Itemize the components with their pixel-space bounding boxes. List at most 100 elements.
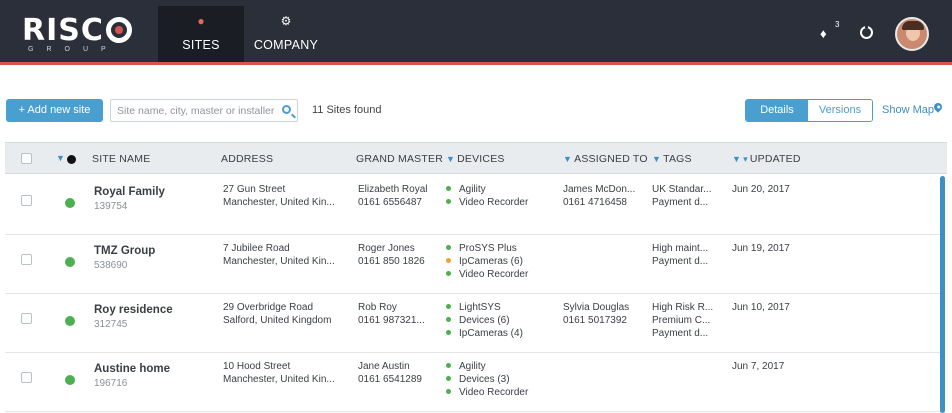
tag-item: UK Standar... [652, 184, 712, 195]
show-map-link[interactable]: Show Map [882, 104, 934, 116]
map-pin-icon: ● [197, 14, 205, 28]
gear-icon: ⚙ [280, 14, 292, 28]
device-item: Video Recorder [446, 387, 528, 398]
table-row[interactable]: Royal Family 139754 27 Gun Street Manche… [5, 176, 943, 235]
filter-icon[interactable]: ▼ [56, 153, 65, 163]
site-name[interactable]: Royal Family [94, 186, 165, 198]
column-devices[interactable]: ▼ DEVICES [446, 153, 505, 165]
tag-item: High Risk R... [652, 302, 714, 313]
support-icon[interactable] [860, 25, 873, 39]
view-toggle: Details Versions [745, 99, 873, 122]
grand-master-phone: 0161 987321... [358, 315, 425, 326]
tag-item: High maint... [652, 243, 709, 254]
device-item: LightSYS [446, 302, 501, 313]
row-checkbox[interactable] [21, 372, 32, 383]
assigned-name: James McDon... [563, 184, 636, 195]
device-item: Agility [446, 361, 486, 372]
status-ok-icon [65, 257, 75, 267]
row-checkbox[interactable] [21, 313, 32, 324]
sites-found-count: 11 Sites found [312, 104, 382, 116]
notification-count: 3 [835, 20, 840, 29]
address-line-1: 10 Hood Street [223, 361, 291, 372]
site-name[interactable]: TMZ Group [94, 245, 155, 257]
device-item: IpCameras (4) [446, 328, 523, 339]
tag-item: Premium C... [652, 315, 711, 326]
grand-master-phone: 0161 6556487 [358, 197, 422, 208]
logo-mark-icon [106, 17, 132, 43]
column-grand-master[interactable]: GRAND MASTER [356, 153, 443, 165]
device-status-icon [446, 304, 451, 309]
logo-subtext: GROUP [28, 46, 119, 53]
column-assigned-to[interactable]: ▼ ASSIGNED TO [563, 153, 648, 165]
column-site-name[interactable]: SITE NAME [92, 153, 150, 165]
device-status-icon [446, 389, 451, 394]
versions-view-button[interactable]: Versions [808, 100, 872, 121]
site-id: 312745 [94, 319, 128, 330]
table-scrollbar[interactable] [940, 176, 945, 413]
table-row[interactable]: Austine home 196716 10 Hood Street Manch… [5, 353, 943, 412]
risco-logo[interactable]: RISC GROUP [22, 13, 132, 53]
site-id: 538690 [94, 260, 128, 271]
updated-date: Jun 19, 2017 [732, 243, 790, 254]
search-icon[interactable] [282, 105, 291, 114]
tag-item: Payment d... [652, 256, 709, 267]
row-checkbox[interactable] [21, 254, 32, 265]
table-row[interactable]: TMZ Group 538690 7 Jubilee Road Manchest… [5, 235, 943, 294]
device-item: Video Recorder [446, 197, 528, 208]
updated-date: Jun 10, 2017 [732, 302, 790, 313]
filter-icon[interactable]: ▼ [563, 154, 572, 164]
bell-icon[interactable]: ♦ [820, 26, 832, 41]
device-status-icon [446, 363, 451, 368]
details-view-button[interactable]: Details [746, 100, 808, 121]
column-address[interactable]: ADDRESS [221, 153, 273, 165]
device-item: Devices (6) [446, 315, 510, 326]
address-line-2: Salford, United Kingdom [223, 315, 332, 326]
add-new-site-button[interactable]: + Add new site [6, 99, 103, 122]
tab-sites[interactable]: ● SITES [158, 6, 244, 62]
column-tags[interactable]: ▼ TAGS [652, 153, 692, 165]
site-search-input[interactable] [117, 103, 277, 119]
filter-icon[interactable]: ▼ [446, 154, 455, 164]
updated-date: Jun 7, 2017 [732, 361, 785, 372]
assigned-phone: 0161 4716458 [563, 197, 627, 208]
status-ok-icon [65, 198, 75, 208]
grand-master-phone: 0161 850 1826 [358, 256, 425, 267]
site-id: 196716 [94, 378, 128, 389]
status-ok-icon [65, 316, 75, 326]
nav-accent-line [0, 62, 952, 65]
site-name[interactable]: Roy residence [94, 304, 173, 316]
filter-icon[interactable]: ▼ [732, 154, 741, 164]
filter-icon[interactable]: ▼ [652, 154, 661, 164]
device-item: ProSYS Plus [446, 243, 517, 254]
address-line-2: Manchester, United Kin... [223, 374, 335, 385]
grand-master-name: Rob Roy [358, 302, 397, 313]
column-updated[interactable]: ▼ ▾ UPDATED [732, 153, 801, 165]
grand-master-name: Elizabeth Royal [358, 184, 428, 195]
tag-item: Payment d... [652, 197, 709, 208]
tab-company[interactable]: ⚙ COMPANY [250, 6, 322, 62]
device-item: IpCameras (6) [446, 256, 523, 267]
user-avatar[interactable] [895, 17, 929, 51]
tab-sites-label: SITES [182, 38, 220, 52]
top-nav-bar: RISC GROUP ● SITES ⚙ COMPANY ♦ 3 [0, 0, 952, 62]
map-pin-icon[interactable] [932, 101, 944, 113]
device-status-icon [446, 271, 451, 276]
table-row[interactable]: Roy residence 312745 29 Overbridge Road … [5, 294, 943, 353]
status-column-icon [67, 155, 76, 164]
row-checkbox[interactable] [21, 195, 32, 206]
address-line-2: Manchester, United Kin... [223, 256, 335, 267]
site-search-box [110, 99, 298, 122]
device-status-icon [446, 376, 451, 381]
tag-item: Payment d... [652, 328, 709, 339]
sort-desc-icon[interactable]: ▾ [743, 154, 748, 164]
tab-company-label: COMPANY [253, 38, 319, 52]
site-name[interactable]: Austine home [94, 363, 170, 375]
device-status-icon [446, 245, 451, 250]
select-all-checkbox[interactable] [21, 153, 32, 164]
logo-text: RISC [22, 13, 104, 48]
sites-table-header: ▼ SITE NAME ADDRESS GRAND MASTER ▼ DEVICE… [5, 142, 947, 174]
address-line-2: Manchester, United Kin... [223, 197, 335, 208]
updated-date: Jun 20, 2017 [732, 184, 790, 195]
device-status-icon [446, 199, 451, 204]
device-item: Video Recorder [446, 269, 528, 280]
